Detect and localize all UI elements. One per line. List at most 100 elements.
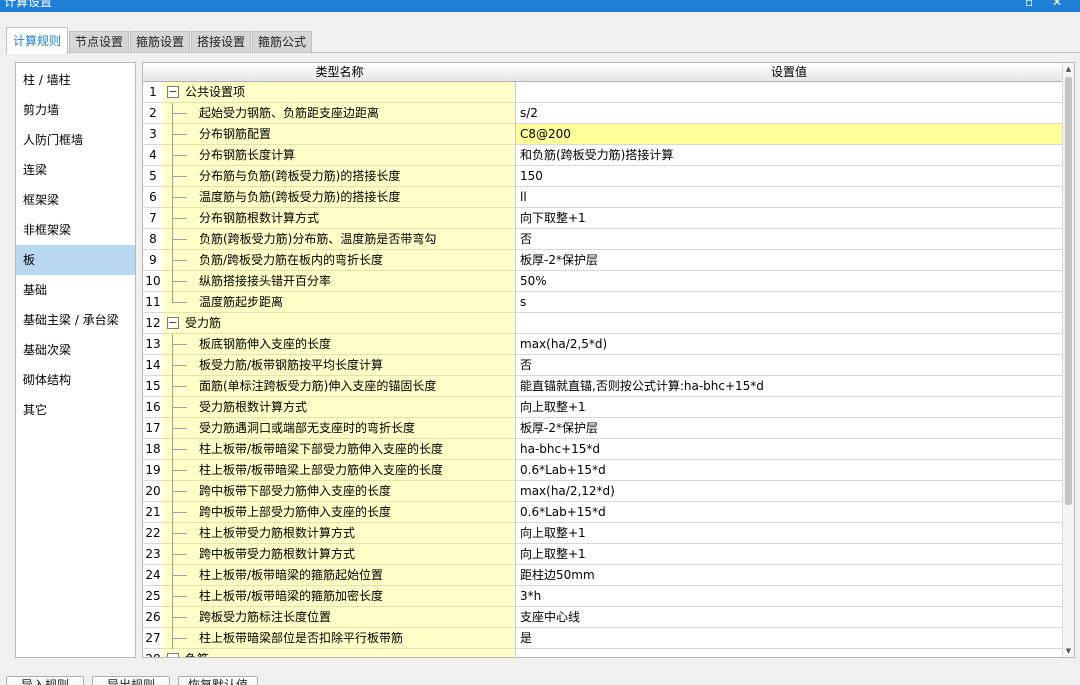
table-row[interactable]: 25 柱上板带/板带暗梁的箍筋加密长度 3*h [143,586,1063,607]
type-name-cell[interactable]: 柱上板带/板带暗梁的箍筋起始位置 [163,565,516,586]
sidebar-item-foundation-secondary-beam[interactable]: 基础次梁 [16,335,135,365]
table-row[interactable]: 22 柱上板带受力筋根数计算方式 向上取整+1 [143,523,1063,544]
type-name-cell[interactable]: 受力筋遇洞口或端部无支座时的弯折长度 [163,418,516,439]
setting-value-cell[interactable]: 否 [516,229,1063,250]
collapse-icon[interactable]: − [167,317,179,329]
minimize-icon[interactable]: ▫ [1025,0,1033,9]
header-type-name[interactable]: 类型名称 [163,63,517,82]
table-row[interactable]: 14 板受力筋/板带钢筋按平均长度计算 否 [143,355,1063,376]
type-name-cell[interactable]: 跨中板带上部受力筋伸入支座的长度 [163,502,516,523]
table-row[interactable]: 11 温度筋起步距离 s [143,292,1063,313]
type-name-cell[interactable]: 分布筋与负筋(跨板受力筋)的搭接长度 [163,166,516,187]
type-name-cell[interactable]: 分布钢筋长度计算 [163,145,516,166]
sidebar-item-frame-beam[interactable]: 框架梁 [16,185,135,215]
table-row[interactable]: 15 面筋(单标注跨板受力筋)伸入支座的锚固长度 能直锚就直锚,否则按公式计算:ha… [143,376,1063,397]
setting-value-cell[interactable]: ha-bhc+15*d [516,439,1063,460]
type-name-cell[interactable]: 柱上板带/板带暗梁上部受力筋伸入支座的长度 [163,460,516,481]
table-row[interactable]: 23 跨中板带受力筋根数计算方式 向上取整+1 [143,544,1063,565]
type-name-cell[interactable]: 面筋(单标注跨板受力筋)伸入支座的锚固长度 [163,376,516,397]
setting-value-cell[interactable]: C8@200 [516,124,1063,145]
type-name-cell[interactable]: 受力筋根数计算方式 [163,397,516,418]
sidebar-item-coupling-beam[interactable]: 连梁 [16,155,135,185]
table-row[interactable]: 3 分布钢筋配置 C8@200 [143,124,1063,145]
sidebar-item-slab[interactable]: 板 [16,245,135,275]
table-row[interactable]: 20 跨中板带下部受力筋伸入支座的长度 max(ha/2,12*d) [143,481,1063,502]
setting-value-cell[interactable]: 距柱边50mm [516,565,1063,586]
setting-value-cell[interactable]: s/2 [516,103,1063,124]
type-name-cell[interactable]: 跨中板带受力筋根数计算方式 [163,544,516,565]
type-name-cell[interactable]: 温度筋与负筋(跨板受力筋)的搭接长度 [163,187,516,208]
sidebar-item-masonry[interactable]: 砌体结构 [16,365,135,395]
tab-calc-rules[interactable]: 计算规则 [6,27,68,54]
setting-value-cell[interactable]: 50% [516,271,1063,292]
close-icon[interactable]: ✕ [1052,0,1062,9]
group-row[interactable]: 1− 公共设置项 [143,82,1063,103]
tab-node-settings[interactable]: 节点设置 [69,31,129,53]
sidebar-item-shear-wall[interactable]: 剪力墙 [16,95,135,125]
table-row[interactable]: 24 柱上板带/板带暗梁的箍筋起始位置 距柱边50mm [143,565,1063,586]
setting-value-cell[interactable]: 否 [516,355,1063,376]
sidebar-item-civil-defense-door-wall[interactable]: 人防门框墙 [16,125,135,155]
type-name-cell[interactable]: − 受力筋 [163,313,516,334]
table-row[interactable]: 6 温度筋与负筋(跨板受力筋)的搭接长度 ll [143,187,1063,208]
collapse-icon[interactable]: − [167,653,179,657]
type-name-cell[interactable]: 起始受力钢筋、负筋距支座边距离 [163,103,516,124]
scrollbar-thumb[interactable] [1065,77,1072,505]
table-row[interactable]: 9 负筋/跨板受力筋在板内的弯折长度 板厚-2*保护层 [143,250,1063,271]
table-row[interactable]: 4 分布钢筋长度计算 和负筋(跨板受力筋)搭接计算 [143,145,1063,166]
setting-value-cell[interactable]: 150 [516,166,1063,187]
sidebar-item-non-frame-beam[interactable]: 非框架梁 [16,215,135,245]
type-name-cell[interactable]: 柱上板带/板带暗梁下部受力筋伸入支座的长度 [163,439,516,460]
setting-value-cell[interactable]: max(ha/2,12*d) [516,481,1063,502]
type-name-cell[interactable]: 跨板受力筋标注长度位置 [163,607,516,628]
header-setting-value[interactable]: 设置值 [516,63,1063,82]
setting-value-cell[interactable]: 3*h [516,586,1063,607]
setting-value-cell[interactable]: 0.6*Lab+15*d [516,502,1063,523]
type-name-cell[interactable]: 板受力筋/板带钢筋按平均长度计算 [163,355,516,376]
collapse-icon[interactable]: − [167,86,179,98]
type-name-cell[interactable]: 柱上板带受力筋根数计算方式 [163,523,516,544]
setting-value-cell[interactable]: 是 [516,628,1063,649]
setting-value-cell[interactable] [516,649,1063,657]
export-rules-button[interactable]: 导出规则 [92,676,170,685]
setting-value-cell[interactable]: 板厚-2*保护层 [516,250,1063,271]
setting-value-cell[interactable] [516,82,1063,103]
table-row[interactable]: 8 负筋(跨板受力筋)分布筋、温度筋是否带弯勾 否 [143,229,1063,250]
table-row[interactable]: 27 柱上板带暗梁部位是否扣除平行板带筋 是 [143,628,1063,649]
import-rules-button[interactable]: 导入规则 [6,676,84,685]
setting-value-cell[interactable]: s [516,292,1063,313]
type-name-cell[interactable]: 板底钢筋伸入支座的长度 [163,334,516,355]
vertical-scrollbar[interactable]: ▲ ▼ [1062,63,1074,657]
scroll-down-icon[interactable]: ▼ [1063,645,1074,657]
type-name-cell[interactable]: − 公共设置项 [163,82,516,103]
sidebar-item-other[interactable]: 其它 [16,395,135,425]
setting-value-cell[interactable]: 向上取整+1 [516,523,1063,544]
setting-value-cell[interactable]: 板厚-2*保护层 [516,418,1063,439]
restore-defaults-button[interactable]: 恢复默认值 [178,676,258,685]
type-name-cell[interactable]: 纵筋搭接接头错开百分率 [163,271,516,292]
table-row[interactable]: 10 纵筋搭接接头错开百分率 50% [143,271,1063,292]
type-name-cell[interactable]: 分布钢筋配置 [163,124,516,145]
type-name-cell[interactable]: 温度筋起步距离 [163,292,516,313]
table-row[interactable]: 2 起始受力钢筋、负筋距支座边距离 s/2 [143,103,1063,124]
table-row[interactable]: 18 柱上板带/板带暗梁下部受力筋伸入支座的长度 ha-bhc+15*d [143,439,1063,460]
setting-value-cell[interactable] [516,313,1063,334]
setting-value-cell[interactable]: 支座中心线 [516,607,1063,628]
setting-value-cell[interactable]: 能直锚就直锚,否则按公式计算:ha-bhc+15*d [516,376,1063,397]
table-row[interactable]: 26 跨板受力筋标注长度位置 支座中心线 [143,607,1063,628]
setting-value-cell[interactable]: ll [516,187,1063,208]
sidebar-item-foundation[interactable]: 基础 [16,275,135,305]
scroll-up-icon[interactable]: ▲ [1063,63,1074,75]
setting-value-cell[interactable]: 向下取整+1 [516,208,1063,229]
table-row[interactable]: 16 受力筋根数计算方式 向上取整+1 [143,397,1063,418]
type-name-cell[interactable]: 柱上板带/板带暗梁的箍筋加密长度 [163,586,516,607]
setting-value-cell[interactable]: max(ha/2,5*d) [516,334,1063,355]
setting-value-cell[interactable]: 向上取整+1 [516,397,1063,418]
type-name-cell[interactable]: 分布钢筋根数计算方式 [163,208,516,229]
table-row[interactable]: 19 柱上板带/板带暗梁上部受力筋伸入支座的长度 0.6*Lab+15*d [143,460,1063,481]
type-name-cell[interactable]: 负筋(跨板受力筋)分布筋、温度筋是否带弯勾 [163,229,516,250]
table-row[interactable]: 5 分布筋与负筋(跨板受力筋)的搭接长度 150 [143,166,1063,187]
tab-stirrup-formula[interactable]: 箍筋公式 [252,31,312,53]
table-row[interactable]: 13 板底钢筋伸入支座的长度 max(ha/2,5*d) [143,334,1063,355]
tab-stirrup-settings[interactable]: 箍筋设置 [130,31,190,53]
